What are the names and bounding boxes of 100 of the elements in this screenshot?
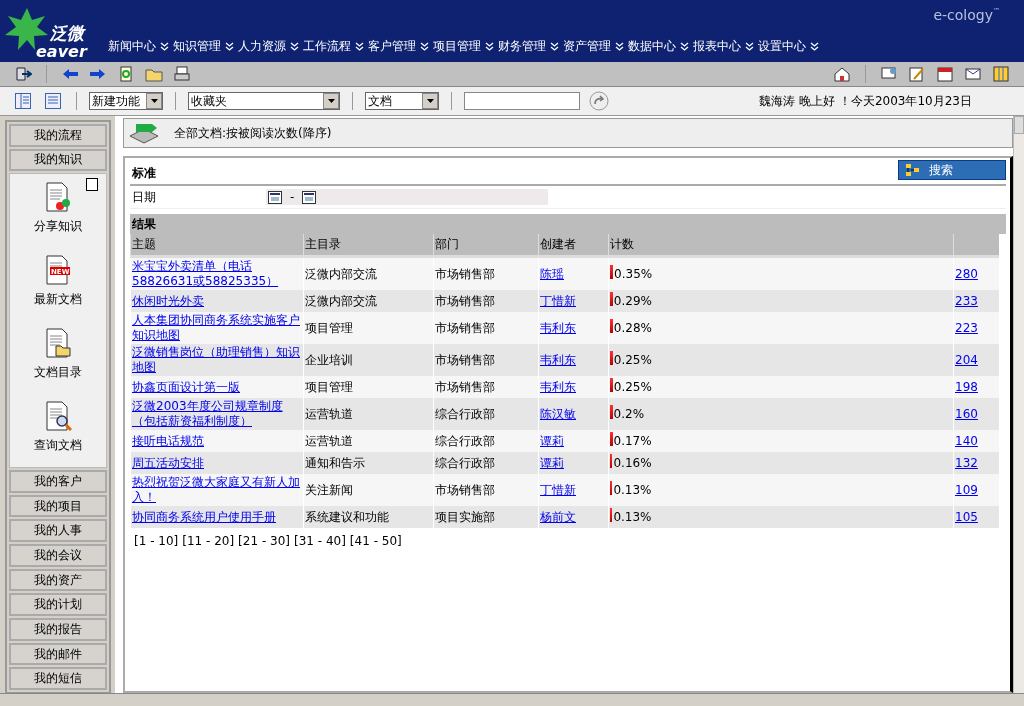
nav-menu-item[interactable]: 财务管理 — [496, 37, 548, 55]
dropdown-select[interactable]: 收藏夹 — [188, 92, 340, 110]
sidebar-group-button[interactable]: 我的人事 — [9, 519, 107, 543]
chevron-icon[interactable] — [745, 41, 754, 51]
nav-menu-item[interactable]: 知识管理 — [171, 37, 223, 55]
sidebar-group-button[interactable]: 我的流程 — [9, 124, 107, 147]
creator-link[interactable]: 陈汉敏 — [540, 406, 576, 421]
creator-link[interactable]: 丁惜新 — [540, 293, 576, 308]
document-link[interactable]: 协同商务系统用户使用手册 — [132, 509, 302, 525]
page-link[interactable]: [21 - 30] — [238, 534, 290, 548]
creator-link[interactable]: 谭莉 — [540, 433, 564, 448]
sidebar-group-button[interactable]: 我的报告 — [9, 618, 107, 641]
calendar-icon[interactable] — [302, 190, 317, 204]
search-button[interactable]: 搜索 — [898, 160, 1006, 180]
document-share-icon[interactable] — [44, 182, 72, 213]
nav-menu-item[interactable]: 工作流程 — [301, 37, 353, 55]
sidebar-group-button[interactable]: 我的知识 — [9, 148, 107, 172]
document-link[interactable]: 休闲时光外卖 — [132, 293, 302, 309]
nav-menu-item[interactable]: 数据中心 — [626, 37, 678, 55]
folder-icon[interactable] — [145, 66, 163, 82]
print-icon[interactable] — [173, 66, 191, 82]
chevron-icon[interactable] — [225, 41, 234, 51]
dropdown-arrow-icon[interactable] — [426, 99, 434, 103]
go-button[interactable] — [588, 91, 610, 111]
refresh-icon[interactable] — [117, 66, 135, 82]
calendar-icon[interactable] — [268, 190, 282, 204]
layout-icon[interactable] — [992, 66, 1010, 82]
nav-menu-item[interactable]: 报表中心 — [691, 37, 743, 55]
document-link[interactable]: 泛微2003年度公司规章制度（包括薪资福利制度） — [132, 399, 302, 429]
document-link[interactable]: 米宝宝外卖清单（电话58826631或58825335） — [132, 259, 302, 289]
page-link[interactable]: [1 - 10] — [134, 534, 179, 548]
count-link[interactable]: 204 — [955, 352, 978, 367]
count-link[interactable]: 198 — [955, 379, 978, 394]
pencil-icon[interactable] — [908, 66, 926, 82]
nav-menu-item[interactable]: 项目管理 — [431, 37, 483, 55]
count-link[interactable]: 223 — [955, 320, 978, 335]
nav-menu-item[interactable]: 资产管理 — [561, 37, 613, 55]
chevron-icon[interactable] — [355, 41, 364, 51]
chevron-icon[interactable] — [160, 41, 169, 51]
creator-link[interactable]: 韦利东 — [540, 379, 576, 394]
creator-link[interactable]: 陈瑶 — [540, 266, 564, 281]
exit-icon[interactable] — [14, 66, 32, 82]
document-search-icon[interactable] — [44, 401, 72, 432]
chevron-icon[interactable] — [420, 41, 429, 51]
home-icon[interactable] — [833, 66, 851, 82]
chevron-icon[interactable] — [550, 41, 559, 51]
count-link[interactable]: 109 — [955, 482, 978, 497]
page-link[interactable]: [11 - 20] — [182, 534, 235, 548]
scrollbar[interactable] — [1013, 116, 1024, 693]
collapse-icon[interactable] — [86, 178, 98, 192]
document-link[interactable]: 协鑫页面设计第一版 — [132, 379, 302, 395]
dropdown-select[interactable]: 新建功能 — [89, 92, 163, 110]
nav-menu-item[interactable]: 新闻中心 — [106, 37, 158, 55]
sidebar-tool[interactable]: 分享知识 — [34, 182, 82, 236]
nav-menu-item[interactable]: 人力资源 — [236, 37, 288, 55]
date-range-field[interactable]: - — [266, 189, 548, 205]
sidebar-group-button[interactable]: 我的会议 — [9, 544, 107, 567]
sidebar-group-button[interactable]: 我的短信 — [9, 667, 107, 690]
view-toggle-button[interactable] — [12, 91, 34, 111]
chevron-icon[interactable] — [290, 41, 299, 51]
monitor-icon[interactable] — [880, 66, 898, 82]
count-link[interactable]: 280 — [955, 266, 978, 281]
dropdown-arrow-icon[interactable] — [150, 99, 158, 103]
document-folder-icon[interactable] — [44, 328, 72, 359]
count-link[interactable]: 140 — [955, 433, 978, 448]
calendar-icon[interactable] — [936, 66, 954, 82]
chevron-icon[interactable] — [680, 41, 689, 51]
dropdown-arrow-icon[interactable] — [327, 99, 335, 103]
chevron-icon[interactable] — [810, 41, 819, 51]
mail-icon[interactable] — [964, 66, 982, 82]
count-link[interactable]: 132 — [955, 455, 978, 470]
back-arrow-icon[interactable] — [61, 66, 79, 82]
page-link[interactable]: [31 - 40] — [294, 534, 346, 548]
chevron-icon[interactable] — [485, 41, 494, 51]
nav-menu-item[interactable]: 设置中心 — [756, 37, 808, 55]
creator-link[interactable]: 丁惜新 — [540, 482, 576, 497]
nav-menu-item[interactable]: 客户管理 — [366, 37, 418, 55]
count-link[interactable]: 105 — [955, 509, 978, 524]
sidebar-group-button[interactable]: 我的项目 — [9, 494, 107, 518]
document-link[interactable]: 人本集团协同商务系统实施客户知识地图 — [132, 313, 302, 343]
sidebar-group-button[interactable]: 我的邮件 — [9, 642, 107, 666]
creator-link[interactable]: 韦利东 — [540, 352, 576, 367]
page-link[interactable]: [41 - 50] — [349, 534, 402, 548]
creator-link[interactable]: 杨前文 — [540, 509, 576, 524]
creator-link[interactable]: 谭莉 — [540, 455, 564, 470]
list-view-button[interactable] — [42, 91, 64, 111]
creator-link[interactable]: 韦利东 — [540, 320, 576, 335]
document-link[interactable]: 泛微销售岗位（助理销售）知识地图 — [132, 345, 302, 375]
chevron-icon[interactable] — [615, 41, 624, 51]
forward-arrow-icon[interactable] — [89, 66, 107, 82]
search-input[interactable] — [464, 92, 580, 110]
dropdown-select[interactable]: 文档 — [365, 92, 439, 110]
count-link[interactable]: 233 — [955, 293, 978, 308]
sidebar-tool[interactable]: 文档目录 — [34, 328, 82, 382]
document-link[interactable]: 接听电话规范 — [132, 433, 302, 449]
sidebar-group-button[interactable]: 我的客户 — [9, 470, 107, 493]
sidebar-group-button[interactable]: 我的资产 — [9, 568, 107, 592]
document-link[interactable]: 热烈祝贺泛微大家庭又有新人加入！ — [132, 475, 302, 505]
document-link[interactable]: 周五活动安排 — [132, 455, 302, 471]
sidebar-group-button[interactable]: 我的计划 — [9, 593, 107, 616]
